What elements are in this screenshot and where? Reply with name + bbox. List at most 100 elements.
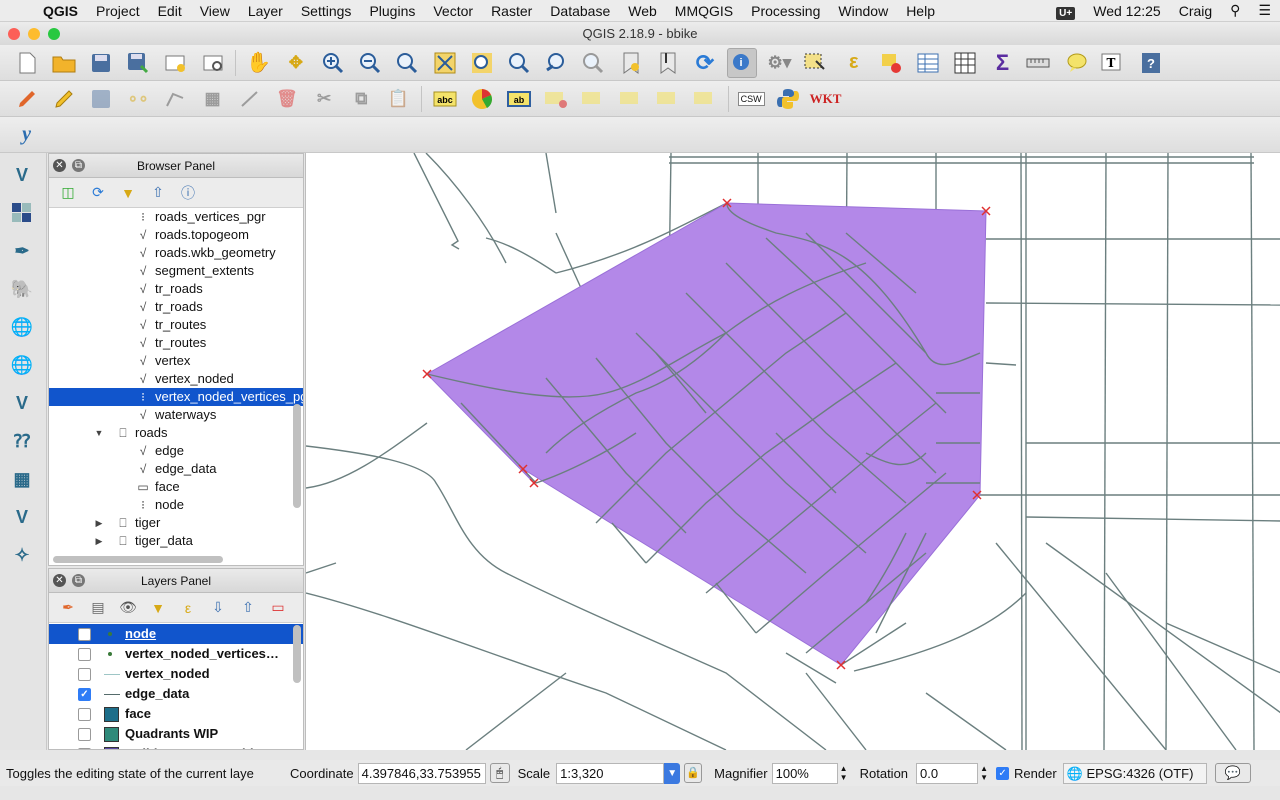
delete-selected-icon[interactable]: 🗑 <box>272 84 302 114</box>
deselect-icon[interactable] <box>876 48 906 78</box>
menu-view[interactable]: View <box>191 0 239 22</box>
toggle-editing-icon[interactable] <box>49 84 79 114</box>
layer-visibility-checkbox[interactable] <box>78 728 91 741</box>
menubar-user[interactable]: Craig <box>1170 3 1221 19</box>
browser-item[interactable]: ⁝ vertex_noded_vertices_pgr <box>49 388 303 406</box>
measure-icon[interactable] <box>1025 48 1055 78</box>
float-panel-icon[interactable]: ⧉ <box>72 159 85 172</box>
layer-row[interactable]: vertex_noded_vertices… <box>49 644 303 664</box>
pan-to-selection-icon[interactable]: ✥ <box>281 48 311 78</box>
georeferencer-icon[interactable]: ✧ <box>6 539 38 571</box>
wkt-icon[interactable]: WKT <box>810 84 842 114</box>
statistics-icon[interactable]: Σ <box>987 48 1017 78</box>
menubar-clock[interactable]: Wed 12:25 <box>1084 3 1169 19</box>
browser-item[interactable]: √ edge_data <box>49 460 303 478</box>
layer-visibility-checkbox[interactable]: ✓ <box>78 688 91 701</box>
input-source-badge[interactable]: U+ <box>1047 3 1084 20</box>
save-project-icon[interactable] <box>86 48 116 78</box>
gvsig-icon[interactable]: y <box>12 120 42 150</box>
open-project-icon[interactable] <box>49 48 79 78</box>
menu-help[interactable]: Help <box>897 0 944 22</box>
add-wfs-layer-icon[interactable]: V <box>6 387 38 419</box>
map-svg[interactable] <box>305 152 1280 751</box>
browser-item[interactable]: ▶ ⎕ tiger <box>49 514 303 532</box>
collapse-all-icon[interactable]: ⇧ <box>147 182 169 204</box>
layer-row[interactable]: Bulldog_TCU_Corridor <box>49 744 303 749</box>
menu-raster[interactable]: Raster <box>482 0 541 22</box>
layer-visibility-checkbox[interactable] <box>78 648 91 661</box>
menu-app-name[interactable]: QGIS <box>34 0 87 22</box>
browser-item[interactable]: √ vertex <box>49 352 303 370</box>
zoom-native-icon[interactable] <box>392 48 422 78</box>
layer-row[interactable]: face <box>49 704 303 724</box>
expand-arrow-icon[interactable]: ▶ <box>91 514 107 532</box>
layer-row[interactable]: node <box>49 624 303 644</box>
show-bookmarks-icon[interactable] <box>653 48 683 78</box>
python-console-icon[interactable] <box>773 84 803 114</box>
rotate-label-icon[interactable] <box>653 84 683 114</box>
spotlight-search-icon[interactable]: ⚲ <box>1221 2 1249 19</box>
refresh-icon[interactable]: ⟳ <box>87 182 109 204</box>
add-selected-icon[interactable]: ◫ <box>57 182 79 204</box>
close-window-button[interactable] <box>8 28 20 40</box>
run-action-icon[interactable]: ⚙▾ <box>764 48 794 78</box>
coordinate-field[interactable]: 4.397846,33.753955 <box>357 762 486 784</box>
attribute-table-icon[interactable] <box>913 48 943 78</box>
identify-icon[interactable]: i <box>727 47 758 78</box>
toggle-extents-icon[interactable]: 🖰 <box>489 763 510 783</box>
browser-item[interactable]: √ waterways <box>49 406 303 424</box>
add-part-icon[interactable] <box>160 84 190 114</box>
menu-window[interactable]: Window <box>829 0 897 22</box>
new-project-icon[interactable] <box>12 48 42 78</box>
add-delimited-text-icon[interactable]: ▦ <box>6 463 38 495</box>
diagram-icon[interactable] <box>467 84 497 114</box>
zoom-to-layer-icon[interactable] <box>504 48 534 78</box>
add-spatialite-layer-icon[interactable]: ✒ <box>6 235 38 267</box>
scale-combobox[interactable]: 1:3,320 <box>556 762 665 784</box>
float-panel-icon[interactable]: ⧉ <box>72 574 85 587</box>
menu-plugins[interactable]: Plugins <box>360 0 424 22</box>
csw-icon[interactable]: CSW <box>736 84 766 114</box>
browser-item[interactable]: ▼ ⎕ roads <box>49 424 303 442</box>
save-as-icon[interactable] <box>123 48 153 78</box>
add-wcs-layer-icon[interactable]: 🌐 <box>6 349 38 381</box>
composer-manager-icon[interactable] <box>198 48 228 78</box>
layer-visibility-checkbox[interactable] <box>78 748 91 749</box>
menu-database[interactable]: Database <box>541 0 619 22</box>
magnifier-stepper[interactable]: ▲ ▼ <box>838 764 850 782</box>
filter-icon[interactable]: ▼ <box>117 182 139 204</box>
save-edits-icon[interactable] <box>86 84 116 114</box>
add-virtual-layer-icon[interactable]: ⁇ <box>6 425 38 457</box>
move-label-icon[interactable] <box>616 84 646 114</box>
add-wms-layer-icon[interactable]: 🌐 <box>6 311 38 343</box>
zoom-full-icon[interactable] <box>430 48 460 78</box>
manage-visibility-icon[interactable]: 👁 <box>117 597 139 619</box>
add-raster-layer-icon[interactable] <box>6 197 38 229</box>
pin-labels-icon[interactable] <box>541 84 571 114</box>
menu-vector[interactable]: Vector <box>424 0 482 22</box>
browser-item[interactable]: √ tr_routes <box>49 316 303 334</box>
layer-visibility-checkbox[interactable] <box>78 628 91 641</box>
menu-project[interactable]: Project <box>87 0 149 22</box>
cut-features-icon[interactable]: ✂ <box>309 84 339 114</box>
add-vector-layer-icon[interactable]: V <box>6 159 38 191</box>
menu-mmqgis[interactable]: MMQGIS <box>666 0 742 22</box>
zoom-to-selection-icon[interactable] <box>467 48 497 78</box>
map-tips-icon[interactable] <box>1062 48 1092 78</box>
remove-layer-icon[interactable]: ▭ <box>267 597 289 619</box>
add-postgis-layer-icon[interactable]: 🐘 <box>6 273 38 305</box>
help-icon[interactable]: ? <box>1136 48 1166 78</box>
field-calculator-icon[interactable] <box>950 48 980 78</box>
text-annotation-icon[interactable]: T <box>1099 48 1129 78</box>
messages-icon[interactable]: 💬 <box>1214 763 1251 783</box>
collapse-arrow-icon[interactable]: ▼ <box>91 424 107 442</box>
notification-list-icon[interactable]: ☰ <box>1249 2 1280 19</box>
browser-item[interactable]: √ tr_roads <box>49 280 303 298</box>
close-panel-icon[interactable]: ✕ <box>53 159 66 172</box>
browser-item[interactable]: √ vertex_noded <box>49 370 303 388</box>
expand-all-icon[interactable]: ⇩ <box>207 597 229 619</box>
filter-expression-icon[interactable]: ε <box>177 597 199 619</box>
new-print-composer-icon[interactable] <box>160 48 190 78</box>
browser-item[interactable]: √ roads.topogeom <box>49 226 303 244</box>
filter-legend-icon[interactable]: ▼ <box>147 597 169 619</box>
